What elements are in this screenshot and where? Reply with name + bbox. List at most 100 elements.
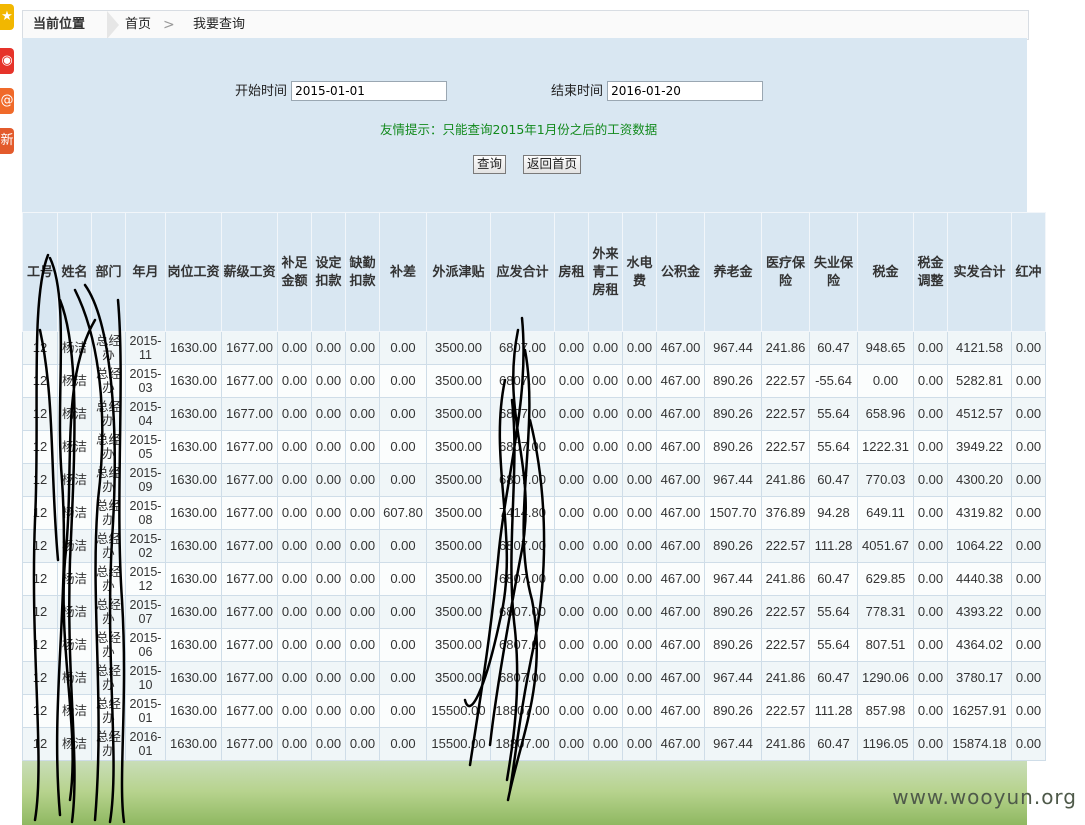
table-cell: 4364.02 xyxy=(947,628,1012,662)
table-cell: 0.00 xyxy=(277,364,312,398)
table-cell: 6807.00 xyxy=(490,595,555,629)
table-cell: 0.00 xyxy=(588,529,623,563)
table-cell: 3500.00 xyxy=(426,661,491,695)
table-cell: 0.00 xyxy=(913,430,948,464)
table-cell: 60.47 xyxy=(809,463,858,497)
table-cell: 0.00 xyxy=(379,595,427,629)
table-cell: 0.00 xyxy=(311,430,346,464)
table-cell: 890.26 xyxy=(704,397,762,431)
column-header: 姓名 xyxy=(57,212,92,332)
table-cell: 967.44 xyxy=(704,331,762,365)
table-cell: 0.00 xyxy=(554,661,589,695)
table-cell: 1677.00 xyxy=(221,562,278,596)
table-cell: 649.11 xyxy=(857,496,914,530)
query-button[interactable]: 查询 xyxy=(473,155,507,174)
table-cell: 2015-09 xyxy=(125,463,166,497)
table-cell: 6807.00 xyxy=(490,562,555,596)
salary-table: 工号 姓名 部门 年月 岗位工资 薪级工资 补足金额 设定扣款 缺勤扣款 补差 外派津贴 应发合计 房租… xyxy=(22,212,1046,761)
table-cell: 15500.00 xyxy=(426,694,491,728)
table-cell: 3500.00 xyxy=(426,397,491,431)
table-cell: 12 xyxy=(22,595,58,629)
table-cell: 467.00 xyxy=(656,694,705,728)
column-header: 缺勤扣款 xyxy=(345,212,380,332)
table-row: 12 杨洁 总经办 2016-01 1630.00 1677.00 0.00 0.00 0.00… xyxy=(22,727,1046,761)
table-cell: 0.00 xyxy=(1011,529,1046,563)
end-date-input[interactable] xyxy=(607,81,764,101)
table-cell: 0.00 xyxy=(1011,628,1046,662)
table-cell: 0.00 xyxy=(622,331,657,365)
column-header: 薪级工资 xyxy=(221,212,278,332)
table-cell: 杨洁 xyxy=(57,562,92,596)
table-cell: 12 xyxy=(22,364,58,398)
start-date-input[interactable] xyxy=(291,81,448,101)
table-cell: 1630.00 xyxy=(165,628,222,662)
table-cell: 1630.00 xyxy=(165,364,222,398)
table-cell: 1196.05 xyxy=(857,727,914,761)
table-cell: 6807.00 xyxy=(490,397,555,431)
table-cell: 0.00 xyxy=(311,727,346,761)
grass-background xyxy=(22,750,1027,825)
breadcrumb-home-link[interactable]: 首页 xyxy=(125,11,151,39)
table-cell: 0.00 xyxy=(913,529,948,563)
table-cell: 222.57 xyxy=(761,694,810,728)
table-cell: 0.00 xyxy=(857,364,914,398)
table-cell: 241.86 xyxy=(761,727,810,761)
breadcrumb: 当前位置 首页 > 我要查询 xyxy=(22,10,1029,40)
table-cell: 1677.00 xyxy=(221,529,278,563)
table-cell: 0.00 xyxy=(913,727,948,761)
column-header: 失业保险 xyxy=(809,212,858,332)
table-cell: 1677.00 xyxy=(221,661,278,695)
back-home-button[interactable]: 返回首页 xyxy=(523,155,582,174)
table-row: 12 杨洁 总经办 2015-10 1630.00 1677.00 0.00 0.00 0.00… xyxy=(22,661,1046,695)
table-row: 12 杨洁 总经办 2015-06 1630.00 1677.00 0.00 0.00 0.00… xyxy=(22,628,1046,662)
chevron-right-icon: > xyxy=(163,17,175,33)
table-row: 12 杨洁 总经办 2015-03 1630.00 1677.00 0.00 0.00 0.00… xyxy=(22,364,1046,398)
table-cell: 1630.00 xyxy=(165,463,222,497)
table-cell: 总经办 xyxy=(91,529,126,563)
table-cell: 总经办 xyxy=(91,562,126,596)
table-cell: 467.00 xyxy=(656,661,705,695)
table-cell: 0.00 xyxy=(277,463,312,497)
table-cell: 总经办 xyxy=(91,463,126,497)
table-cell: 0.00 xyxy=(554,463,589,497)
table-cell: 杨洁 xyxy=(57,595,92,629)
table-cell: 222.57 xyxy=(761,364,810,398)
table-cell: 467.00 xyxy=(656,496,705,530)
table-cell: 3500.00 xyxy=(426,364,491,398)
table-cell: 总经办 xyxy=(91,727,126,761)
table-header-row: 工号 姓名 部门 年月 岗位工资 薪级工资 补足金额 设定扣款 缺勤扣款 补差 外派津贴 应发合计 房租… xyxy=(22,212,1046,332)
table-cell: 杨洁 xyxy=(57,727,92,761)
table-cell: 607.80 xyxy=(379,496,427,530)
table-cell: 60.47 xyxy=(809,727,858,761)
table-cell: 总经办 xyxy=(91,397,126,431)
column-header: 实发合计 xyxy=(947,212,1012,332)
table-row: 12 杨洁 总经办 2015-02 1630.00 1677.00 0.00 0.00 0.00… xyxy=(22,529,1046,563)
table-cell: 3500.00 xyxy=(426,331,491,365)
table-cell: 111.28 xyxy=(809,529,858,563)
table-cell: 1630.00 xyxy=(165,727,222,761)
table-row: 12 杨洁 总经办 2015-05 1630.00 1677.00 0.00 0.00 0.00… xyxy=(22,430,1046,464)
table-cell: 0.00 xyxy=(277,628,312,662)
table-cell: 241.86 xyxy=(761,331,810,365)
table-cell: 0.00 xyxy=(311,628,346,662)
at-icon[interactable]: @ xyxy=(0,88,14,114)
table-cell: 0.00 xyxy=(622,661,657,695)
table-cell: 2015-06 xyxy=(125,628,166,662)
column-header: 补差 xyxy=(379,212,427,332)
table-cell: 总经办 xyxy=(91,364,126,398)
table-cell: 5282.81 xyxy=(947,364,1012,398)
table-cell: 12 xyxy=(22,694,58,728)
table-cell: 总经办 xyxy=(91,595,126,629)
table-cell: 0.00 xyxy=(379,397,427,431)
star-icon[interactable]: ★ xyxy=(0,4,14,30)
table-cell: 890.26 xyxy=(704,430,762,464)
weibo-icon[interactable]: ◉ xyxy=(0,48,14,74)
table-cell: 0.00 xyxy=(311,496,346,530)
table-cell: 0.00 xyxy=(1011,430,1046,464)
table-cell: 467.00 xyxy=(656,529,705,563)
table-cell: 0.00 xyxy=(379,430,427,464)
table-cell: 0.00 xyxy=(379,463,427,497)
column-header: 补足金额 xyxy=(277,212,312,332)
table-cell: 629.85 xyxy=(857,562,914,596)
share-icon[interactable]: 新 xyxy=(0,128,14,154)
